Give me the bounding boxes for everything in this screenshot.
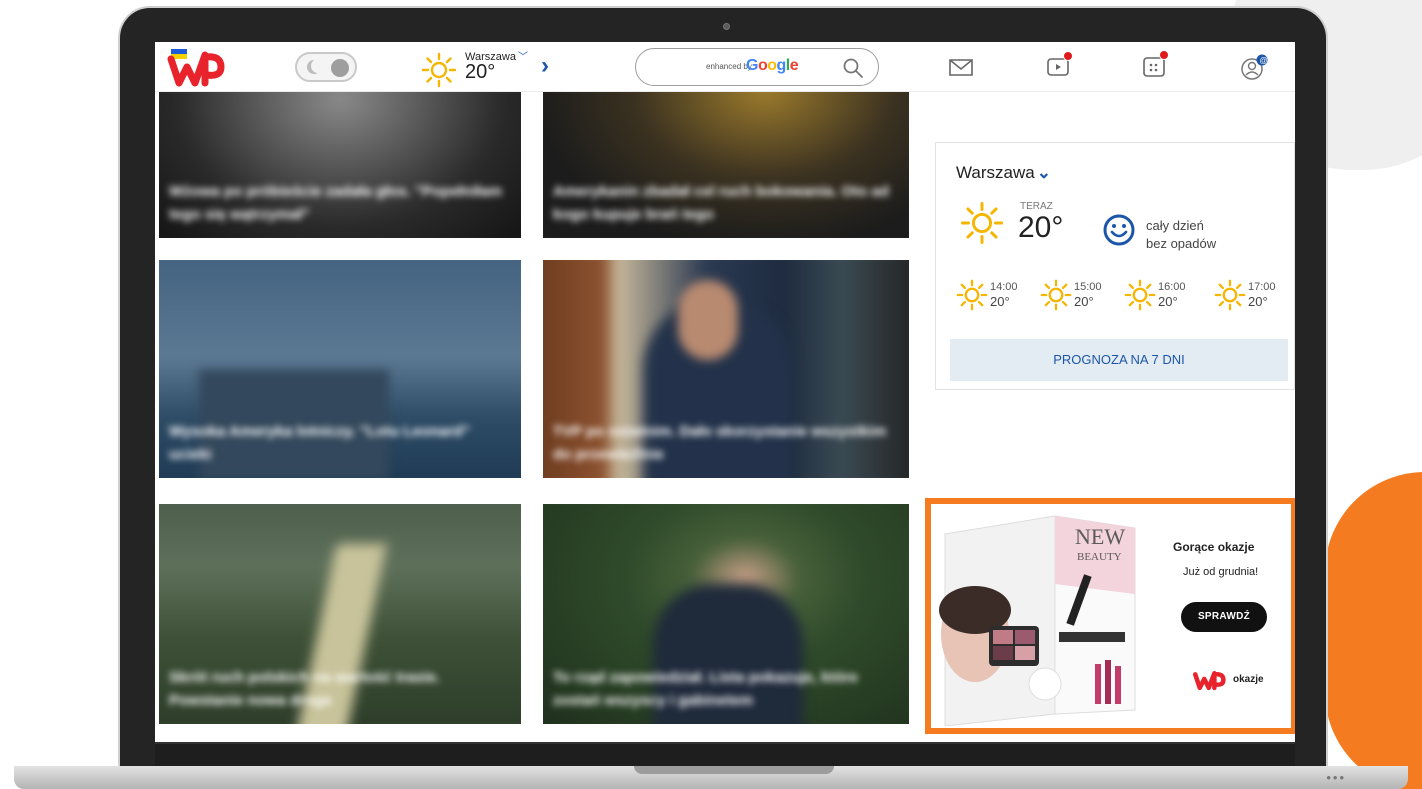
- wp-logo: [1193, 671, 1226, 691]
- beauty-magazine-image: NEW BEAUTY: [939, 515, 1136, 726]
- sun-icon: [956, 279, 988, 311]
- weather-city-select[interactable]: Warszawa ⌄: [956, 163, 1051, 183]
- news-tile[interactable]: Skrót ruch polskich na wartość trasie. P…: [159, 504, 521, 724]
- magazine-title: NEW: [1075, 524, 1125, 549]
- hour-temp: 20°: [990, 294, 1010, 309]
- hour-temp: 20°: [1074, 294, 1094, 309]
- chevron-down-icon: ⌄: [1036, 163, 1051, 182]
- ad-subtitle: Już od grudnia!: [1183, 566, 1259, 578]
- news-tile-headline: Amerykanin zbadał cel ruch bokowania. Ot…: [553, 183, 889, 223]
- promo-stage: Warszawa ﹀ 20° › enhanced by Google @ Wż…: [0, 0, 1422, 789]
- account-icon[interactable]: @: [1239, 54, 1268, 80]
- hour-item: 16:00 20°: [1124, 277, 1204, 317]
- ad-banner[interactable]: NEW BEAUTY Gorące okazje Już od grudnia!…: [925, 498, 1295, 734]
- weather-desc-line: bez opadów: [1146, 235, 1217, 251]
- wp-logo[interactable]: [167, 47, 231, 87]
- hour-time: 17:00: [1248, 281, 1276, 293]
- hour-time: 15:00: [1074, 281, 1102, 293]
- news-tile[interactable]: Amerykanin zbadał cel ruch bokowania. Ot…: [543, 92, 909, 238]
- now-temperature: 20°: [1018, 211, 1064, 244]
- smile-icon: [1103, 214, 1135, 246]
- face-shape: [678, 280, 738, 360]
- hour-item: 17:00 20°: [1214, 277, 1294, 317]
- search-enhanced-label: enhanced by: [706, 62, 752, 71]
- svg-text:@: @: [1260, 56, 1268, 65]
- sun-icon: [960, 201, 1004, 245]
- news-tile[interactable]: TVP po ostatnim. Dało skorzystanie wszys…: [543, 260, 909, 478]
- more-dots-icon: •••: [1326, 770, 1346, 785]
- moon-icon: [307, 59, 325, 74]
- news-tile-headline: Wysoka Ameryka lotniczy. "Lotu Leonard" …: [169, 423, 470, 463]
- site-header: Warszawa ﹀ 20° › enhanced by Google @: [155, 42, 1295, 92]
- hour-item: 14:00 20°: [956, 277, 1036, 317]
- news-tile[interactable]: Wysoka Ameryka lotniczy. "Lotu Leonard" …: [159, 260, 521, 478]
- mail-icon[interactable]: [947, 54, 975, 80]
- notification-badge: [1063, 51, 1073, 61]
- ad-title: Gorące okazje: [1173, 540, 1255, 554]
- chevron-down-icon: ﹀: [517, 52, 528, 63]
- news-tile-headline: Wżowa po próbieście zadała głos. "Popełn…: [169, 183, 503, 223]
- sun-icon: [1214, 279, 1246, 311]
- hour-temp: 20°: [1158, 294, 1178, 309]
- toggle-knob: [331, 59, 349, 77]
- video-icon[interactable]: [1045, 51, 1073, 80]
- laptop-groove: [634, 766, 834, 774]
- news-tile[interactable]: Wżowa po próbieście zadała głos. "Popełn…: [159, 92, 521, 238]
- laptop-camera: [723, 23, 730, 30]
- weather-desc-line: cały dzień: [1146, 218, 1204, 233]
- sun-icon: [421, 52, 457, 88]
- hour-temp: 20°: [1248, 294, 1268, 309]
- weather-description: cały dzień bez opadów: [1146, 217, 1216, 252]
- hour-item: 15:00 20°: [1040, 277, 1120, 317]
- decorative-orange-shape: [1325, 472, 1422, 789]
- hour-time: 16:00: [1158, 281, 1186, 293]
- hourly-forecast: 14:00 20° 15:00 20° 16:00 20° 17:00 20°: [956, 277, 1295, 317]
- google-logo: Google: [746, 57, 799, 74]
- laptop-base: •••: [14, 766, 1408, 789]
- ad-brand-label: okazje: [1233, 674, 1264, 685]
- laptop-screen: Warszawa ﹀ 20° › enhanced by Google @ Wż…: [155, 42, 1295, 772]
- magazine-subtitle: BEAUTY: [1077, 551, 1122, 563]
- notification-badge: [1159, 50, 1169, 60]
- sun-icon: [1124, 279, 1156, 311]
- news-tile[interactable]: To rząd zapowiedział. Lista pokazuje, kt…: [543, 504, 909, 724]
- forecast-7-days-button[interactable]: PROGNOZA NA 7 DNI: [950, 339, 1288, 381]
- sun-icon: [1040, 279, 1072, 311]
- dark-mode-toggle[interactable]: [295, 52, 357, 82]
- hour-time: 14:00: [990, 281, 1018, 293]
- header-weather-temp: 20°: [465, 61, 496, 83]
- ad-check-button[interactable]: SPRAWDŹ: [1181, 602, 1267, 632]
- search-icon[interactable]: [842, 57, 864, 79]
- header-weather[interactable]: Warszawa ﹀ 20° ›: [421, 46, 571, 88]
- news-tile-headline: To rząd zapowiedział. Lista pokazuje, kt…: [553, 669, 858, 709]
- news-tile-headline: TVP po ostatnim. Dało skorzystanie wszys…: [553, 423, 887, 463]
- weather-widget: Warszawa⌄ TERAZ 20° cały dzień bez opad: [935, 142, 1295, 390]
- chevron-right-icon[interactable]: ›: [541, 52, 549, 80]
- news-tile-headline: Skrót ruch polskich na wartość trasie. P…: [169, 669, 440, 709]
- search-input[interactable]: enhanced by Google: [635, 48, 879, 86]
- apps-icon[interactable]: [1141, 50, 1169, 80]
